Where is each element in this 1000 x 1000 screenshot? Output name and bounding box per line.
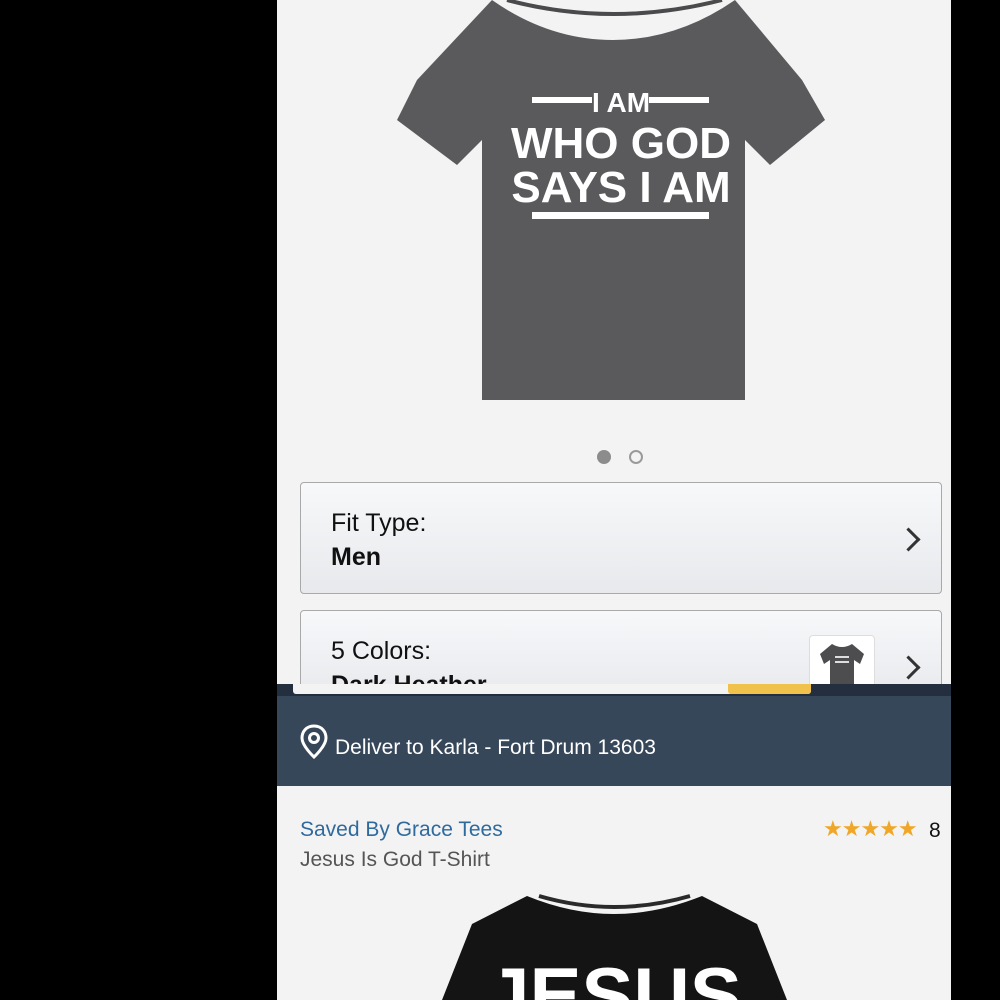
shirt-text-line-1: I AM [592, 87, 650, 118]
product-image-tshirt[interactable]: I AM WHO GOD SAYS I AM [277, 0, 951, 440]
fit-type-label: Fit Type: [331, 509, 427, 537]
image-pagination-dots [597, 450, 657, 466]
fit-type-selector[interactable]: Fit Type: Men [300, 482, 942, 594]
progress-fill [728, 684, 811, 694]
loading-progress-bar [277, 684, 951, 696]
colors-label: 5 Colors: [331, 637, 432, 665]
colors-value: Dark Heather [331, 671, 487, 684]
fit-type-value: Men [331, 543, 381, 571]
color-thumbnail[interactable] [809, 635, 875, 684]
chevron-right-icon [896, 527, 921, 552]
pagination-dot-active[interactable] [597, 450, 611, 464]
search-results-screen: Deliver to Karla - Fort Drum 13603 Saved… [277, 684, 951, 1000]
deliver-to-text: Deliver to Karla - Fort Drum 13603 [335, 736, 656, 759]
shirt2-graphic-text: JESUS [486, 951, 742, 1000]
product-detail-screen: I AM WHO GOD SAYS I AM Fit Type: Men 5 C… [277, 0, 951, 684]
color-selector[interactable]: 5 Colors: Dark Heather [300, 610, 942, 684]
product-title[interactable]: Jesus Is God T-Shirt [300, 848, 490, 872]
shirt-text-line-2: WHO GOD [511, 119, 731, 168]
pagination-dot[interactable] [629, 450, 643, 464]
chevron-right-icon [896, 655, 921, 680]
product-image-tshirt-black[interactable]: JESUS [277, 884, 951, 1000]
brand-link[interactable]: Saved By Grace Tees [300, 818, 503, 842]
location-pin-icon [300, 724, 328, 760]
rating-count[interactable]: 8 [929, 819, 941, 843]
deliver-to-bar[interactable]: Deliver to Karla - Fort Drum 13603 [277, 696, 951, 786]
star-rating: ★★★★★ [823, 816, 918, 841]
shirt-text-line-3: SAYS I AM [511, 163, 730, 212]
